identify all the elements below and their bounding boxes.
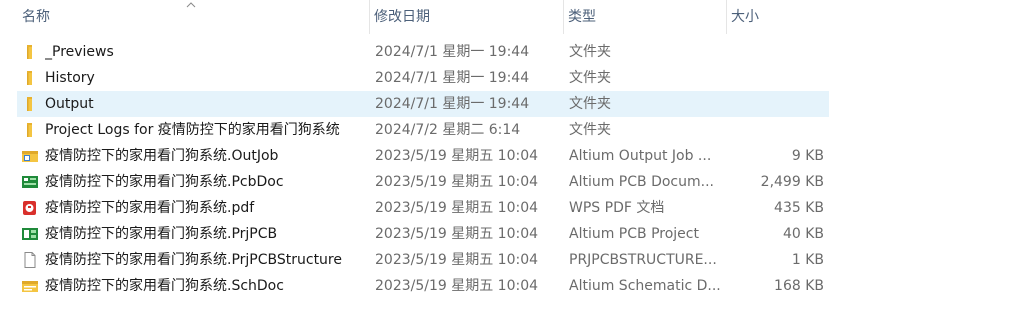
- file-row[interactable]: 疫情防控下的家用看门狗系统.SchDoc 2023/5/19 星期五 10:04…: [17, 273, 829, 299]
- file-row[interactable]: 疫情防控下的家用看门狗系统.PrjPCBStructure 2023/5/19 …: [17, 247, 829, 273]
- file-type: WPS PDF 文档: [569, 200, 665, 216]
- file-size: [727, 39, 824, 65]
- file-explorer: 名称 修改日期 类型 大小 _Previews 2024/7/1 星期一 19:…: [0, 0, 1024, 311]
- file-date: 2023/5/19 星期五 10:04: [375, 278, 539, 294]
- file-type: 文件夹: [569, 70, 611, 86]
- file-date: 2023/5/19 星期五 10:04: [375, 200, 539, 216]
- file-name: 疫情防控下的家用看门狗系统.PrjPCB: [45, 226, 278, 242]
- file-size: [727, 117, 824, 143]
- file-date: 2024/7/1 星期一 19:44: [375, 70, 530, 86]
- file-name: History: [45, 70, 95, 86]
- pcbdoc-file-icon: [21, 174, 39, 190]
- file-row[interactable]: 疫情防控下的家用看门狗系统.pdf 2023/5/19 星期五 10:04 WP…: [17, 195, 829, 221]
- file-name: 疫情防控下的家用看门狗系统.PrjPCBStructure: [45, 252, 342, 268]
- file-size: [727, 91, 824, 117]
- file-name: Project Logs for 疫情防控下的家用看门狗系统: [45, 122, 340, 138]
- schdoc-file-icon: [21, 278, 39, 294]
- folder-icon: [21, 44, 39, 60]
- file-row[interactable]: History 2024/7/1 星期一 19:44 文件夹: [17, 65, 829, 91]
- file-type: 文件夹: [569, 96, 611, 112]
- file-type: Altium Schematic D...: [569, 278, 721, 294]
- file-name: _Previews: [45, 44, 114, 60]
- file-name: 疫情防控下的家用看门狗系统.SchDoc: [45, 278, 284, 294]
- prjpcb-file-icon: [21, 226, 39, 242]
- file-type: 文件夹: [569, 122, 611, 138]
- file-name: Output: [45, 96, 94, 112]
- file-type: Altium Output Job ...: [569, 148, 712, 164]
- file-row[interactable]: 疫情防控下的家用看门狗系统.OutJob 2023/5/19 星期五 10:04…: [17, 143, 829, 169]
- generic-file-icon: [21, 252, 39, 268]
- folder-icon: [21, 96, 39, 112]
- file-date: 2024/7/1 星期一 19:44: [375, 44, 530, 60]
- file-size: [727, 65, 824, 91]
- file-type: PRJPCBSTRUCTURE...: [569, 252, 717, 268]
- file-row[interactable]: Project Logs for 疫情防控下的家用看门狗系统 2024/7/2 …: [17, 117, 829, 143]
- file-type: 文件夹: [569, 44, 611, 60]
- file-name: 疫情防控下的家用看门狗系统.OutJob: [45, 148, 279, 164]
- file-date: 2023/5/19 星期五 10:04: [375, 252, 539, 268]
- file-date: 2024/7/1 星期一 19:44: [375, 96, 530, 112]
- file-size: 168 KB: [774, 278, 824, 294]
- pdf-file-icon: [21, 200, 39, 216]
- file-row[interactable]: 疫情防控下的家用看门狗系统.PcbDoc 2023/5/19 星期五 10:04…: [17, 169, 829, 195]
- file-name: 疫情防控下的家用看门狗系统.pdf: [45, 200, 255, 216]
- file-size: 9 KB: [791, 148, 824, 164]
- file-row-selected[interactable]: Output 2024/7/1 星期一 19:44 文件夹: [17, 91, 829, 117]
- file-row[interactable]: 疫情防控下的家用看门狗系统.PrjPCB 2023/5/19 星期五 10:04…: [17, 221, 829, 247]
- file-size: 40 KB: [782, 226, 824, 242]
- outjob-file-icon: [21, 148, 39, 164]
- file-date: 2023/5/19 星期五 10:04: [375, 148, 539, 164]
- file-type: Altium PCB Docum...: [569, 174, 714, 190]
- file-date: 2023/5/19 星期五 10:04: [375, 174, 539, 190]
- column-header-type[interactable]: 类型: [563, 0, 726, 34]
- column-header-bar: 名称 修改日期 类型 大小: [0, 0, 1024, 34]
- file-date: 2024/7/2 星期二 6:14: [375, 122, 521, 138]
- file-row[interactable]: _Previews 2024/7/1 星期一 19:44 文件夹: [17, 39, 829, 65]
- folder-icon: [21, 122, 39, 138]
- file-date: 2023/5/19 星期五 10:04: [375, 226, 539, 242]
- file-size: 435 KB: [774, 200, 824, 216]
- column-header-date-modified[interactable]: 修改日期: [369, 0, 563, 34]
- file-size: 2,499 KB: [760, 174, 824, 190]
- file-name: 疫情防控下的家用看门狗系统.PcbDoc: [45, 174, 284, 190]
- file-size: 1 KB: [791, 252, 824, 268]
- column-header-size[interactable]: 大小: [726, 0, 834, 34]
- folder-icon: [21, 70, 39, 86]
- file-type: Altium PCB Project: [569, 226, 699, 242]
- sort-ascending-icon: [185, 0, 197, 10]
